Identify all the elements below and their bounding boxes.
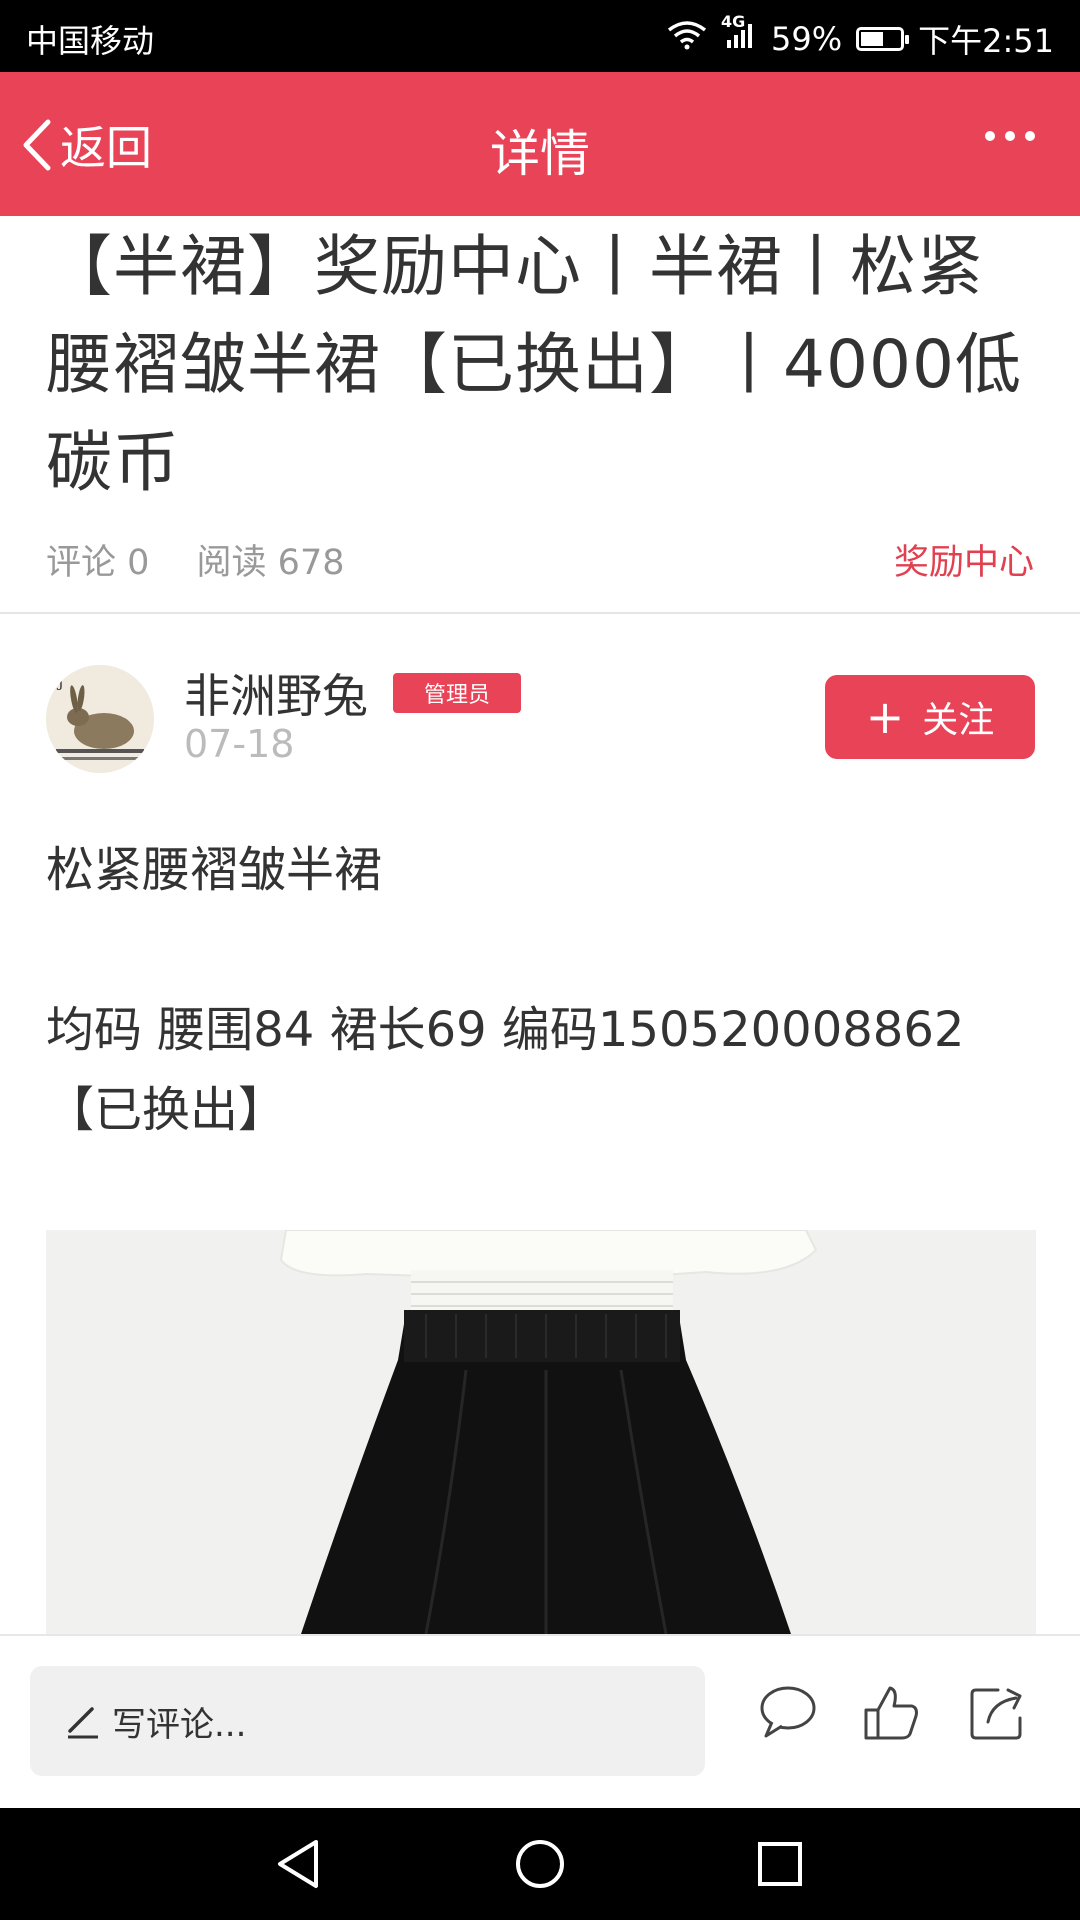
- product-photo[interactable]: [46, 1230, 1036, 1634]
- system-nav-bar: [0, 1808, 1080, 1920]
- like-icon[interactable]: [862, 1684, 920, 1746]
- back-triangle-icon[interactable]: [272, 1836, 328, 1896]
- content-line-1: 松紧腰褶皱半裙: [46, 842, 383, 898]
- battery-level: [861, 32, 884, 46]
- comment-count: 评论 0: [46, 543, 150, 583]
- article-meta: 评论 0 阅读 678: [46, 534, 380, 585]
- battery-icon: [856, 27, 910, 51]
- avatar[interactable]: J: [46, 665, 154, 773]
- clock: 下午2:51: [918, 22, 1054, 60]
- top-app-bar: 返回 详情: [0, 72, 1080, 216]
- svg-text:J: J: [56, 675, 64, 691]
- pencil-icon: [68, 1707, 98, 1739]
- category-link[interactable]: 奖励中心: [894, 534, 1034, 585]
- follow-button[interactable]: + 关注: [825, 675, 1035, 759]
- plus-icon: +: [865, 690, 905, 744]
- post-date: 07-18: [184, 722, 295, 766]
- follow-label: 关注: [922, 700, 995, 741]
- status-icons: 4G 59% 下午2:51: [667, 12, 1054, 62]
- comment-icon[interactable]: [758, 1684, 818, 1744]
- divider: [0, 612, 1080, 614]
- network-type: 4G: [721, 12, 746, 31]
- signal-icon: 4G: [721, 12, 757, 58]
- status-bar: 中国移动 4G 59% 下午2:51: [0, 0, 1080, 72]
- content-line-2: 均码 腰围84 裙长69 编码150520008862【已换出】: [46, 1002, 965, 1138]
- role-badge: 管理员: [393, 673, 521, 713]
- battery-percent: 59%: [771, 20, 843, 58]
- author-name[interactable]: 非洲野兔: [184, 660, 368, 726]
- bottom-action-bar: 写评论...: [0, 1634, 1080, 1810]
- home-circle-icon[interactable]: [512, 1836, 568, 1896]
- wifi-icon: [667, 20, 707, 58]
- page-title: 详情: [490, 125, 590, 183]
- share-icon[interactable]: [968, 1684, 1026, 1746]
- recents-square-icon[interactable]: [752, 1836, 808, 1896]
- more-icon[interactable]: [984, 128, 1036, 147]
- article-title: 【半裙】奖励中心丨半裙丨松紧腰褶皱半裙【已换出】丨4000低碳币: [46, 228, 1022, 501]
- comment-input[interactable]: 写评论...: [30, 1666, 705, 1776]
- read-count: 阅读 678: [196, 543, 345, 583]
- carrier-name: 中国移动: [26, 22, 155, 60]
- comment-placeholder: 写评论...: [112, 1704, 247, 1745]
